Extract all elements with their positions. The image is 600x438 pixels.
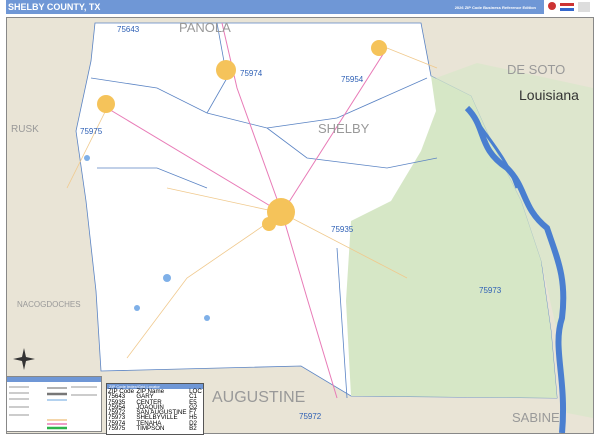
map-legend	[6, 376, 102, 432]
publisher-logo	[544, 0, 594, 14]
county-label-shelby: SHELBY	[318, 121, 370, 136]
county-label-sabine: SABINE	[512, 410, 560, 425]
zip-code-index-table: ZIP Code Index/Grid Locator ZIP Code ZIP…	[106, 383, 204, 435]
zip-label: 75974	[240, 69, 263, 78]
county-label-panola: PANOLA	[179, 20, 231, 35]
compass-icon	[13, 348, 35, 370]
zip-label: 75972	[299, 412, 322, 421]
zip-label: 75973	[479, 286, 502, 295]
edition-label: 2026 ZIP Code Business Reference Edition	[454, 5, 536, 10]
map-header: SHELBY COUNTY, TX 2026 ZIP Code Business…	[6, 0, 594, 14]
zip-label: 75643	[117, 25, 140, 34]
county-label-desoto: DE SOTO	[507, 62, 566, 77]
county-label-augustine: AUGUSTINE	[212, 389, 306, 406]
map-title: SHELBY COUNTY, TX	[8, 2, 101, 12]
map-canvas[interactable]: 75643 75974 75954 75975 75935 75973 7597…	[6, 17, 594, 434]
table-cell: TIMPSON	[136, 425, 165, 433]
zip-label: 75935	[331, 225, 354, 234]
zip-label: 75954	[341, 75, 364, 84]
state-label-louisiana: Louisiana	[519, 87, 579, 103]
zip-label: 75975	[80, 127, 103, 136]
county-label-nacogdoches: NACOGDOCHES	[17, 300, 81, 309]
table-cell: B2	[189, 425, 197, 433]
table-row: 75975 TIMPSON B2	[107, 425, 203, 433]
table-cell: 75975	[108, 425, 126, 433]
county-label-rusk: RUSK	[11, 124, 39, 135]
